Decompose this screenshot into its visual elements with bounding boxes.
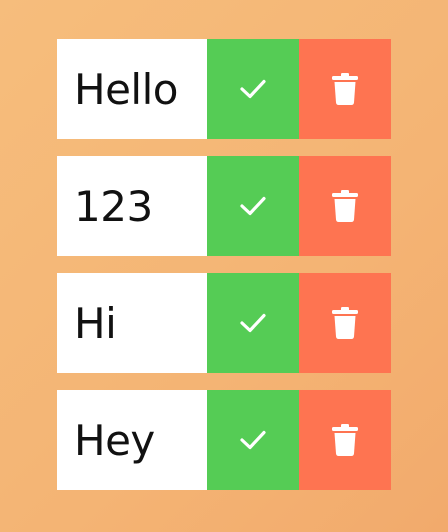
- delete-button[interactable]: [299, 390, 391, 490]
- check-icon: [240, 430, 266, 450]
- check-icon: [240, 79, 266, 99]
- trash-icon: [332, 73, 358, 105]
- trash-icon: [332, 424, 358, 456]
- todo-item: Hey: [57, 390, 391, 490]
- delete-button[interactable]: [299, 156, 391, 256]
- todo-text: Hey: [57, 390, 207, 490]
- complete-button[interactable]: [207, 39, 299, 139]
- todo-text: Hello: [57, 39, 207, 139]
- delete-button[interactable]: [299, 273, 391, 373]
- todo-item: Hello: [57, 39, 391, 139]
- todo-text: 123: [57, 156, 207, 256]
- todo-text: Hi: [57, 273, 207, 373]
- todo-item: Hi: [57, 273, 391, 373]
- complete-button[interactable]: [207, 390, 299, 490]
- todo-item: 123: [57, 156, 391, 256]
- trash-icon: [332, 307, 358, 339]
- trash-icon: [332, 190, 358, 222]
- delete-button[interactable]: [299, 39, 391, 139]
- complete-button[interactable]: [207, 273, 299, 373]
- check-icon: [240, 196, 266, 216]
- todo-list: Hello 123 Hi Hey: [57, 39, 391, 490]
- complete-button[interactable]: [207, 156, 299, 256]
- check-icon: [240, 313, 266, 333]
